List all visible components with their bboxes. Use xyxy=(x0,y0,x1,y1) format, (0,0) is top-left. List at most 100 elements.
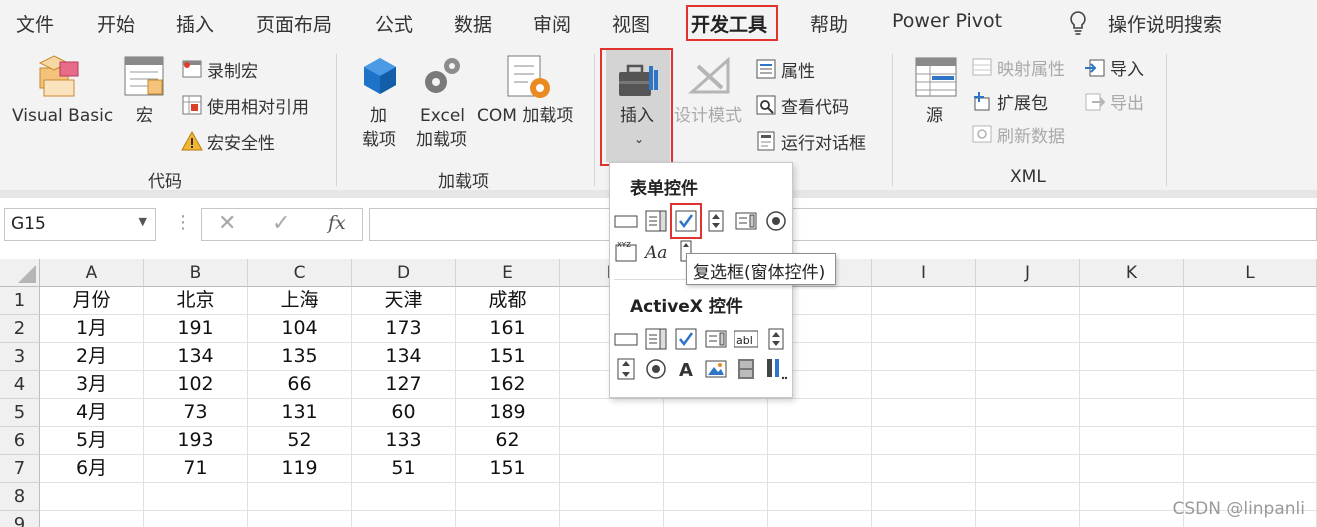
cell-G7[interactable] xyxy=(664,455,768,483)
row-header[interactable]: 9 xyxy=(0,511,40,527)
cell-L7[interactable] xyxy=(1184,455,1317,483)
cell-J5[interactable] xyxy=(976,399,1080,427)
xml-source-icon[interactable] xyxy=(914,56,958,98)
visual-basic-icon[interactable] xyxy=(34,54,84,100)
cell-E1[interactable]: 成都 xyxy=(456,287,560,315)
cell-I1[interactable] xyxy=(872,287,976,315)
cell-L3[interactable] xyxy=(1184,343,1317,371)
macro-security-button[interactable]: 宏安全性 xyxy=(181,128,275,154)
design-mode-button[interactable]: 设计模式 xyxy=(674,105,742,128)
tab-review[interactable]: 审阅 xyxy=(533,10,571,37)
cell-B5[interactable]: 73 xyxy=(144,399,248,427)
tab-insert[interactable]: 插入 xyxy=(176,10,214,37)
excel-addins-label-line2[interactable]: 加载项 xyxy=(416,129,467,152)
cell-I5[interactable] xyxy=(872,399,976,427)
activex-label-icon[interactable]: A xyxy=(674,357,698,381)
cell-H9[interactable] xyxy=(768,511,872,527)
view-code-button[interactable]: 查看代码 xyxy=(755,92,849,118)
cell-C7[interactable]: 119 xyxy=(248,455,352,483)
cell-H7[interactable] xyxy=(768,455,872,483)
cell-L4[interactable] xyxy=(1184,371,1317,399)
com-addins-button[interactable]: COM 加载项 xyxy=(477,105,573,128)
excel-addins-gear-icon[interactable] xyxy=(420,54,464,98)
tab-file[interactable]: 文件 xyxy=(16,10,54,37)
cell-F6[interactable] xyxy=(560,427,664,455)
cell-J1[interactable] xyxy=(976,287,1080,315)
activex-more-controls-icon[interactable] xyxy=(764,357,788,381)
cell-I3[interactable] xyxy=(872,343,976,371)
form-label-icon[interactable]: Aa xyxy=(644,239,668,263)
cell-B2[interactable]: 191 xyxy=(144,315,248,343)
cell-J3[interactable] xyxy=(976,343,1080,371)
excel-addins-label-line1[interactable]: Excel xyxy=(420,105,465,128)
xml-export-button[interactable]: 导出 xyxy=(1084,88,1144,114)
cell-I4[interactable] xyxy=(872,371,976,399)
cell-A9[interactable] xyxy=(40,511,144,527)
form-spin-button-icon[interactable] xyxy=(704,209,728,233)
cell-E8[interactable] xyxy=(456,483,560,511)
record-macro-button[interactable]: 录制宏 xyxy=(181,56,258,82)
cell-H5[interactable] xyxy=(768,399,872,427)
addins-label-line2[interactable]: 载项 xyxy=(362,129,396,152)
cell-E9[interactable] xyxy=(456,511,560,527)
run-dialog-button[interactable]: 运行对话框 xyxy=(755,128,866,154)
map-properties-button[interactable]: 映射属性 xyxy=(971,54,1065,80)
cell-H8[interactable] xyxy=(768,483,872,511)
activex-command-button-icon[interactable] xyxy=(614,327,638,351)
cell-I8[interactable] xyxy=(872,483,976,511)
cell-K7[interactable] xyxy=(1080,455,1184,483)
xml-source-button[interactable]: 源 xyxy=(926,105,943,128)
cell-B6[interactable]: 193 xyxy=(144,427,248,455)
cell-K5[interactable] xyxy=(1080,399,1184,427)
check-icon[interactable]: ✓ xyxy=(272,211,290,236)
activex-checkbox-icon[interactable] xyxy=(674,327,698,351)
tab-home[interactable]: 开始 xyxy=(97,10,135,37)
cell-G9[interactable] xyxy=(664,511,768,527)
column-header[interactable]: A xyxy=(40,259,144,287)
cell-E6[interactable]: 62 xyxy=(456,427,560,455)
form-group-box-icon[interactable]: XYZ xyxy=(614,239,638,263)
tab-formulas[interactable]: 公式 xyxy=(375,10,413,37)
row-header[interactable]: 1 xyxy=(0,287,40,315)
row-header[interactable]: 6 xyxy=(0,427,40,455)
com-addins-icon[interactable] xyxy=(504,54,554,100)
cell-K6[interactable] xyxy=(1080,427,1184,455)
cell-A2[interactable]: 1月 xyxy=(40,315,144,343)
activex-scroll-bar-icon[interactable] xyxy=(614,357,638,381)
cell-A1[interactable]: 月份 xyxy=(40,287,144,315)
activex-option-button-icon[interactable] xyxy=(644,357,668,381)
row-header[interactable]: 5 xyxy=(0,399,40,427)
cell-K9[interactable] xyxy=(1080,511,1184,527)
cell-D2[interactable]: 173 xyxy=(352,315,456,343)
cell-A3[interactable]: 2月 xyxy=(40,343,144,371)
cell-E5[interactable]: 189 xyxy=(456,399,560,427)
cell-C2[interactable]: 104 xyxy=(248,315,352,343)
cell-D1[interactable]: 天津 xyxy=(352,287,456,315)
cell-K2[interactable] xyxy=(1080,315,1184,343)
cell-B1[interactable]: 北京 xyxy=(144,287,248,315)
tab-page-layout[interactable]: 页面布局 xyxy=(256,10,332,37)
xml-import-button[interactable]: 导入 xyxy=(1084,54,1144,80)
activex-toggle-button-icon[interactable] xyxy=(734,357,758,381)
row-header[interactable]: 3 xyxy=(0,343,40,371)
cell-I7[interactable] xyxy=(872,455,976,483)
cell-L1[interactable] xyxy=(1184,287,1317,315)
cell-C3[interactable]: 135 xyxy=(248,343,352,371)
cell-D5[interactable]: 60 xyxy=(352,399,456,427)
form-button-control-icon[interactable] xyxy=(614,209,638,233)
drag-handle-icon[interactable]: ⋮ xyxy=(174,212,192,233)
activex-list-box-icon[interactable] xyxy=(704,327,728,351)
cell-D9[interactable] xyxy=(352,511,456,527)
cell-B8[interactable] xyxy=(144,483,248,511)
cell-J8[interactable] xyxy=(976,483,1080,511)
cell-J4[interactable] xyxy=(976,371,1080,399)
macros-icon[interactable] xyxy=(122,54,168,100)
cell-B3[interactable]: 134 xyxy=(144,343,248,371)
cell-F5[interactable] xyxy=(560,399,664,427)
column-header[interactable]: L xyxy=(1184,259,1317,287)
expansion-packs-button[interactable]: 扩展包 xyxy=(971,88,1048,114)
addins-label-line1[interactable]: 加 xyxy=(370,105,387,128)
formula-input[interactable] xyxy=(369,208,1317,241)
cell-K1[interactable] xyxy=(1080,287,1184,315)
cell-F8[interactable] xyxy=(560,483,664,511)
